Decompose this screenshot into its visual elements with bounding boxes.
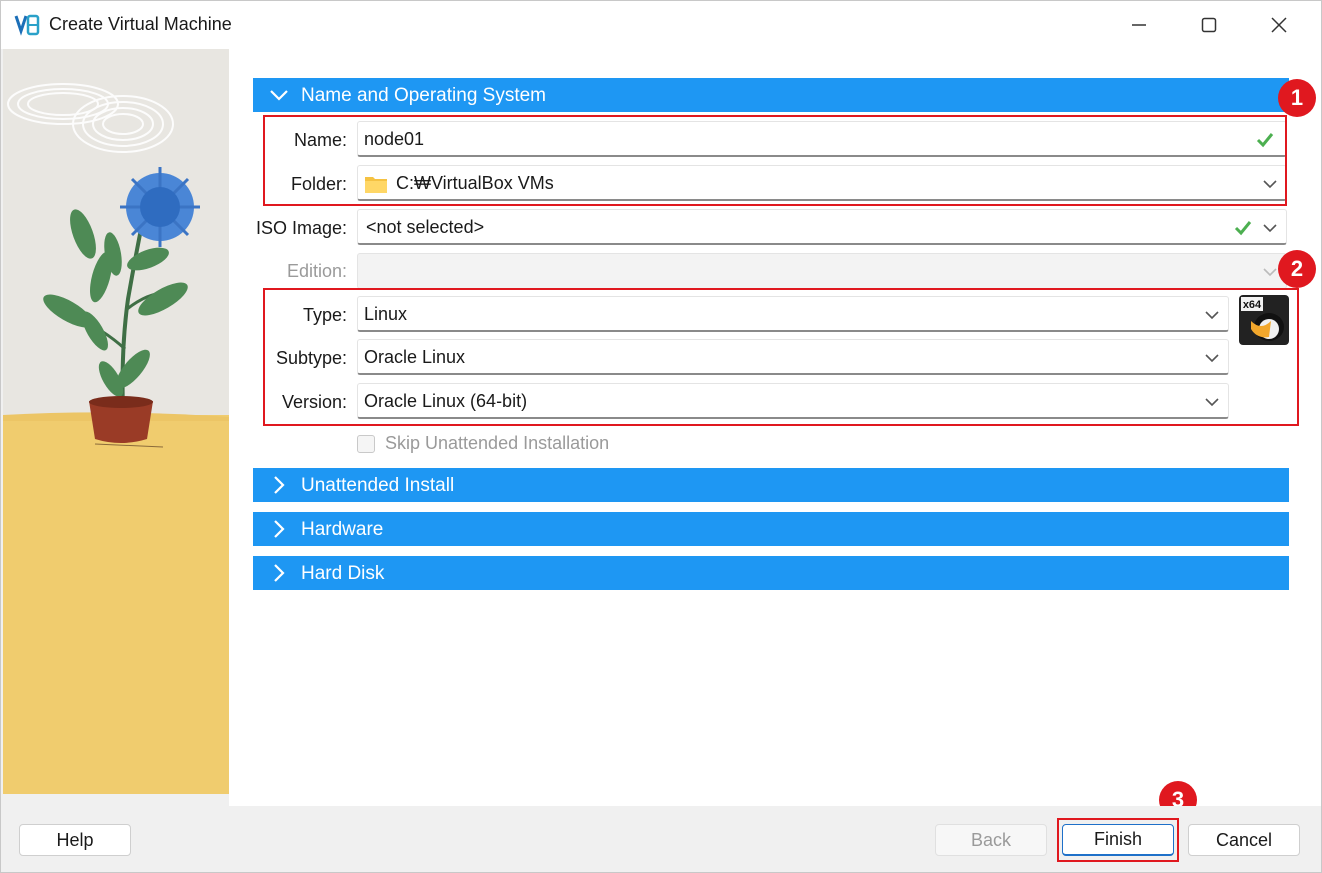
skip-unattended-label: Skip Unattended Installation (385, 433, 610, 453)
section-label: Hardware (301, 519, 384, 540)
skip-unattended-checkbox[interactable]: Skip Unattended Installation (357, 433, 609, 454)
title-bar: Create Virtual Machine (1, 1, 1321, 49)
chevron-right-icon (274, 564, 285, 582)
annotation-badge-2: 2 (1278, 250, 1316, 288)
chevron-right-icon (274, 520, 285, 538)
create-vm-dialog: Create Virtual Machine Name and Operatin… (0, 0, 1322, 873)
maximize-button[interactable] (1174, 1, 1244, 49)
chevron-down-icon (270, 90, 288, 101)
minimize-icon (1132, 24, 1146, 26)
virtualbox-app-icon (14, 14, 40, 36)
minimize-button[interactable] (1104, 1, 1174, 49)
chevron-down-icon (1263, 224, 1277, 233)
content-panel: Name and Operating System Name: node01 F… (229, 49, 1321, 806)
checkbox-box[interactable] (357, 434, 375, 453)
window-title: Create Virtual Machine (49, 14, 232, 34)
flower-pot-illustration (3, 49, 229, 794)
annotation-box-2 (263, 288, 1299, 426)
edition-select[interactable] (357, 253, 1287, 289)
help-button[interactable]: Help (19, 824, 131, 856)
section-name-os[interactable]: Name and Operating System (253, 78, 1289, 112)
maximize-icon (1201, 17, 1217, 33)
section-label: Unattended Install (301, 475, 455, 496)
iso-image-label: ISO Image: (255, 218, 347, 238)
section-hard-disk[interactable]: Hard Disk (253, 556, 1289, 590)
button-bar: Help Back Finish Cancel (1, 806, 1321, 872)
close-button[interactable] (1244, 1, 1314, 49)
iso-image-value: <not selected> (366, 217, 485, 237)
cancel-button[interactable]: Cancel (1188, 824, 1300, 856)
back-button[interactable]: Back (935, 824, 1047, 856)
section-hardware[interactable]: Hardware (253, 512, 1289, 546)
section-label: Name and Operating System (301, 85, 547, 106)
checkmark-icon (1234, 221, 1252, 236)
section-unattended-install[interactable]: Unattended Install (253, 468, 1289, 502)
annotation-badge-1: 1 (1278, 79, 1316, 117)
side-illustration (3, 49, 229, 794)
close-icon (1271, 17, 1287, 33)
iso-image-select[interactable]: <not selected> (357, 209, 1287, 245)
chevron-right-icon (274, 476, 285, 494)
chevron-down-icon (1263, 268, 1277, 277)
annotation-box-3 (1057, 818, 1179, 862)
edition-label: Edition: (286, 261, 347, 281)
annotation-box-1 (263, 115, 1287, 206)
section-label: Hard Disk (301, 563, 385, 584)
